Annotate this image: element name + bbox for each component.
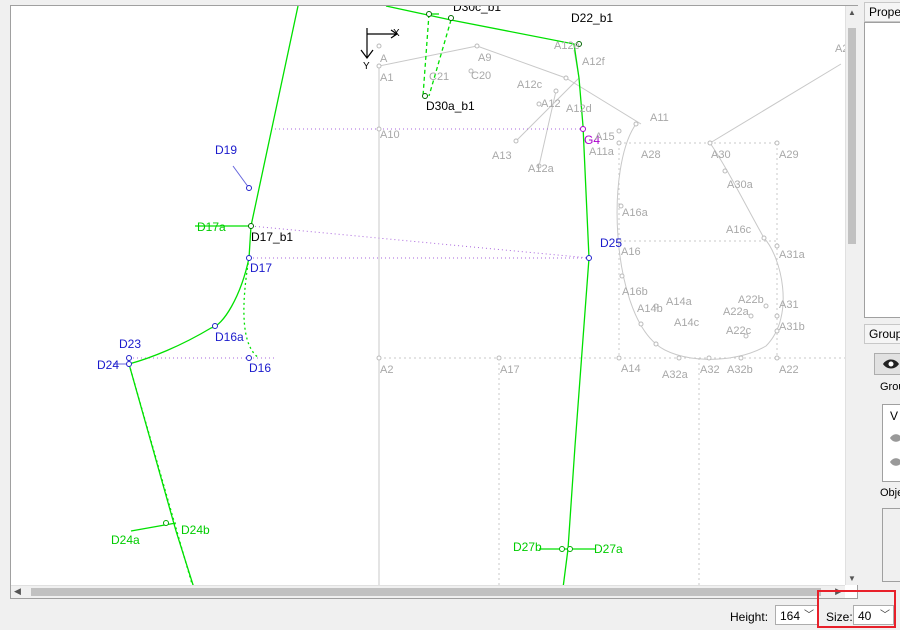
label-d19: D19 [215,143,237,157]
objects-label: Obje [880,487,900,499]
label-a31a: A31a [779,249,806,261]
height-label: Height: [730,610,769,624]
label-a28: A28 [641,149,661,161]
axis-arrow [360,28,399,59]
label-a32a: A32a [662,369,689,381]
label-d24b: D24b [181,523,210,537]
label-a14b: A14b [637,303,663,315]
scroll-left-icon[interactable]: ◀ [14,586,21,597]
label-a11: A11 [650,112,669,124]
label-a12d: A12d [566,103,592,115]
label-d16a: D16a [215,330,244,344]
label-a16: A16 [621,246,641,258]
scroll-down-icon[interactable]: ▼ [848,574,856,583]
purple-dotted-lines [129,128,590,359]
label-a12f: A12f [582,56,606,68]
highlight-annotation [817,590,896,628]
groups-panel-header[interactable]: Group [864,324,900,344]
horizontal-scroll-thumb[interactable] [31,588,821,596]
label-d17a: D17a [197,220,226,234]
label-a16c: A16c [726,224,752,236]
label-d16: D16 [249,361,271,375]
label-d22-b1: D22_b1 [571,11,613,25]
label-a16b: A16b [622,286,648,298]
height-select[interactable]: 164 ﹀ [775,605,818,625]
label-a12a: A12a [528,163,555,175]
label-a30: A30 [711,149,731,161]
label-d17: D17 [250,261,272,275]
label-a13: A13 [492,150,512,162]
label-a22: A22 [779,364,799,376]
drawing-canvas[interactable]: X Y D17a D24a D24b D27b D27a D19 D17 D25… [10,5,858,599]
axis-x-label: X [393,28,400,39]
label-a2: A2 [380,364,393,376]
point-labels-blue: D19 D17 D25 D23 D24 D16a D16 [97,143,622,375]
axis-y-label: Y [363,61,370,72]
label-d17-b1: D17_b1 [251,230,293,244]
label-a22c: A22c [726,325,752,337]
label-a11a: A11a [589,146,615,158]
label-a15: A15 [595,131,615,143]
properties-panel[interactable] [864,22,900,318]
group-list-header: V [890,409,899,423]
label-a14: A14 [621,363,641,375]
label-d27b: D27b [513,540,542,554]
pattern-drawing[interactable]: X Y D17a D24a D24b D27b D27a D19 D17 D25… [11,6,857,598]
eye-icon[interactable] [889,433,900,443]
label-a14a: A14a [666,296,693,308]
label-d27a: D27a [594,542,623,556]
chevron-down-icon: ﹀ [804,610,814,621]
label-a: A [380,53,388,65]
label-c21: C21 [429,71,449,83]
point-labels-green: D17a D24a D24b D27b D27a [111,220,623,556]
point-labels-gray: A A1 A9 C21 C20 A12c A12e A12f A12 A12d … [380,40,848,381]
label-a30a: A30a [727,179,754,191]
label-a31b: A31b [779,321,805,333]
label-a32: A32 [700,364,720,376]
label-a16a: A16a [622,207,649,219]
label-a14c: A14c [674,317,700,329]
label-a22b: A22b [738,294,764,306]
groups-label: Grou [880,381,900,393]
vertical-scroll-thumb[interactable] [848,28,856,244]
eye-icon[interactable] [889,457,900,467]
scroll-up-icon[interactable]: ▲ [848,8,856,17]
label-a32b: A32b [727,364,753,376]
label-c20: C20 [471,70,491,82]
label-a12c: A12c [517,79,543,91]
label-a17: A17 [500,364,520,376]
label-d30c-b1: D30c_b1 [453,6,501,14]
label-d23: D23 [119,337,141,351]
point-markers [126,11,780,552]
label-a1: A1 [380,72,393,84]
toggle-visibility-button[interactable] [874,353,900,375]
label-a9: A9 [478,52,491,64]
height-value: 164 [780,609,801,623]
label-a12: A12 [541,98,561,110]
label-a10: A10 [380,129,400,141]
label-d24: D24 [97,358,119,372]
green-outline-lines [128,6,596,598]
group-list[interactable]: V [882,404,900,482]
label-a12e: A12e [554,40,580,52]
vertical-scrollbar[interactable]: ▲ ▼ [845,6,858,585]
label-d30a-b1: D30a_b1 [426,99,475,113]
horizontal-scrollbar[interactable]: ◀ ▶ [11,585,845,598]
label-d24a: D24a [111,533,140,547]
eye-icon [883,359,899,369]
objects-box[interactable] [882,508,900,582]
properties-panel-header[interactable]: Prope [864,2,900,22]
label-a22a: A22a [723,306,750,318]
label-a29: A29 [779,149,799,161]
label-a31: A31 [779,299,799,311]
label-d25: D25 [600,236,622,250]
